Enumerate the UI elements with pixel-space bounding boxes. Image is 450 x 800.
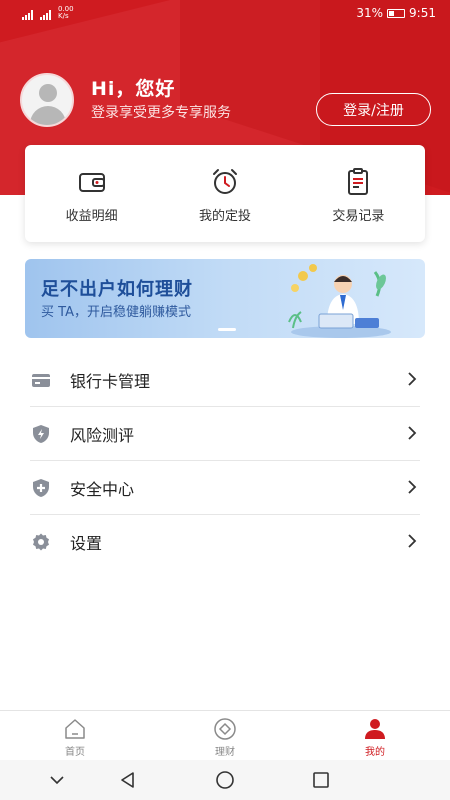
tab-label: 我的 [365, 747, 385, 758]
tab-label: 理财 [215, 747, 235, 758]
promo-banner[interactable]: 足不出户如何理财 买 TA，开启稳健躺赚模式 [25, 259, 425, 338]
quick-action-label: 收益明细 [65, 209, 118, 224]
home-icon [65, 719, 85, 739]
tab-mine[interactable]: 我的 [300, 711, 450, 760]
tab-label: 首页 [65, 747, 85, 758]
diamond-coin-icon [214, 718, 236, 740]
menu-item-label: 安全中心 [70, 479, 135, 499]
carousel-indicator[interactable] [218, 328, 236, 331]
menu-item-settings[interactable]: 设置 [30, 515, 420, 569]
status-right: 31% 9:51 [356, 6, 436, 20]
battery-percent: 31% [356, 6, 384, 20]
chevron-right-icon [408, 426, 417, 440]
document-list-icon [348, 168, 369, 195]
avatar-head [39, 84, 57, 102]
status-bar: 0.00 K/s 31% 9:51 [0, 0, 450, 26]
greeting-text: Hi，您好 [91, 78, 176, 100]
quick-action-investment-plan[interactable]: 我的定投 [158, 145, 291, 242]
settings-menu: 银行卡管理 风险测评 安全中心 设置 [30, 353, 420, 569]
quick-action-label: 交易记录 [332, 209, 385, 224]
login-register-button[interactable]: 登录/注册 [316, 93, 431, 126]
alarm-clock-icon [212, 169, 237, 194]
gear-icon [33, 533, 49, 551]
chevron-right-icon [408, 480, 417, 494]
avatar-body [30, 106, 66, 125]
quick-actions-card: 收益明细 我的定投 交易记录 [25, 145, 425, 242]
avatar[interactable] [20, 73, 74, 127]
tab-home[interactable]: 首页 [0, 711, 150, 760]
recent-apps-icon[interactable] [310, 770, 332, 790]
menu-item-security-center[interactable]: 安全中心 [30, 461, 420, 515]
login-prompt: 登录享受更多专享服务 [91, 105, 231, 121]
chevron-down-icon[interactable] [46, 770, 68, 790]
banner-title: 足不出户如何理财 [41, 279, 193, 300]
wallet-icon [78, 173, 105, 192]
status-left: 0.00 K/s [22, 6, 74, 20]
user-icon [365, 719, 385, 739]
system-navigation-bar [0, 760, 450, 800]
signal-icon [22, 10, 36, 20]
shield-bolt-icon [33, 424, 49, 443]
menu-item-bank-card[interactable]: 银行卡管理 [30, 353, 420, 407]
battery-icon [387, 8, 406, 18]
chevron-right-icon [408, 534, 417, 548]
app-screen: 0.00 K/s 31% 9:51 Hi，您好 登录享受更多专享服务 登录/注册… [0, 0, 450, 800]
chevron-right-icon [408, 372, 417, 386]
bottom-tab-bar: 首页 理财 我的 [0, 710, 450, 760]
home-circle-icon[interactable] [214, 770, 236, 790]
businessman-illustration [288, 264, 391, 338]
menu-item-label: 银行卡管理 [70, 371, 151, 391]
tab-wealth[interactable]: 理财 [150, 711, 300, 760]
bank-card-icon [32, 373, 50, 387]
shield-plus-icon [33, 478, 49, 497]
quick-action-earnings[interactable]: 收益明细 [25, 145, 158, 242]
back-icon[interactable] [117, 770, 139, 790]
signal-icon [40, 10, 54, 20]
menu-item-risk-assessment[interactable]: 风险测评 [30, 407, 420, 461]
banner-subtitle: 买 TA，开启稳健躺赚模式 [41, 305, 191, 320]
clock: 9:51 [409, 6, 436, 20]
quick-action-label: 我的定投 [198, 209, 251, 224]
menu-item-label: 设置 [70, 534, 103, 553]
network-speed: 0.00 K/s [58, 5, 74, 20]
quick-action-transactions[interactable]: 交易记录 [292, 145, 425, 242]
menu-item-label: 风险测评 [70, 425, 135, 445]
